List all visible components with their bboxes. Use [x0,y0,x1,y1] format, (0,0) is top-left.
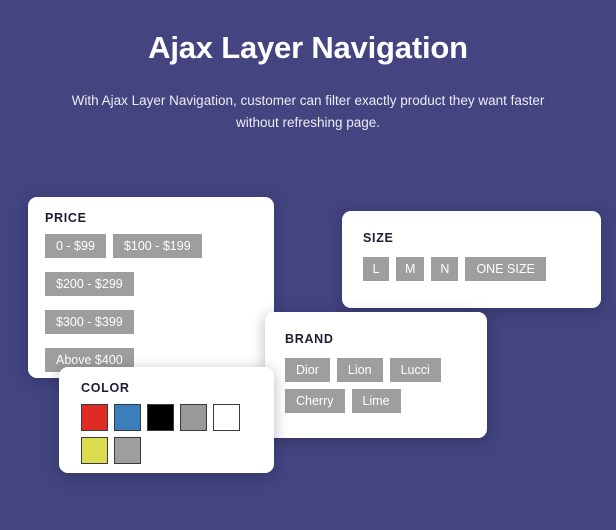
color-option-list [81,404,261,464]
page-subtitle: With Ajax Layer Navigation, customer can… [71,93,545,130]
brand-option[interactable]: Lime [351,389,401,413]
brand-option-list: Dior Lion Lucci Cherry Lime [285,358,475,413]
size-option[interactable]: L [363,257,389,281]
page-header: Ajax Layer Navigation With Ajax Layer Na… [0,0,616,134]
price-option[interactable]: $300 - $399 [45,310,134,334]
color-swatch-blue[interactable] [114,404,141,431]
brand-option[interactable]: Cherry [285,389,345,413]
color-swatch-white[interactable] [213,404,240,431]
brand-card-title: BRAND [285,332,334,346]
color-swatch-gray[interactable] [180,404,207,431]
size-option[interactable]: M [396,257,425,281]
color-swatch-yellow[interactable] [81,437,108,464]
price-option[interactable]: $100 - $199 [112,234,202,258]
color-swatch-red[interactable] [81,404,108,431]
filter-card-price: PRICE 0 - $99 $100 - $199 $200 - $299 $3… [28,197,274,378]
page-title: Ajax Layer Navigation [148,30,468,65]
color-card-title: COLOR [81,381,130,395]
size-option-list: L M N ONE SIZE [363,257,585,281]
color-swatch-silver[interactable] [114,437,141,464]
size-option[interactable]: ONE SIZE [465,257,546,281]
price-option-list: 0 - $99 $100 - $199 $200 - $299 $300 - $… [45,234,259,372]
size-option[interactable]: N [431,257,459,281]
size-card-title: SIZE [363,231,394,245]
brand-option[interactable]: Lion [336,358,383,382]
filter-card-size: SIZE L M N ONE SIZE [342,211,601,308]
brand-option[interactable]: Lucci [389,358,441,382]
color-swatch-black[interactable] [147,404,174,431]
price-option[interactable]: 0 - $99 [45,234,106,258]
filter-card-color: COLOR [59,367,274,473]
price-option[interactable]: $200 - $299 [45,272,134,296]
filter-card-brand: BRAND Dior Lion Lucci Cherry Lime [265,312,487,438]
brand-option[interactable]: Dior [285,358,330,382]
price-card-title: PRICE [45,211,87,225]
